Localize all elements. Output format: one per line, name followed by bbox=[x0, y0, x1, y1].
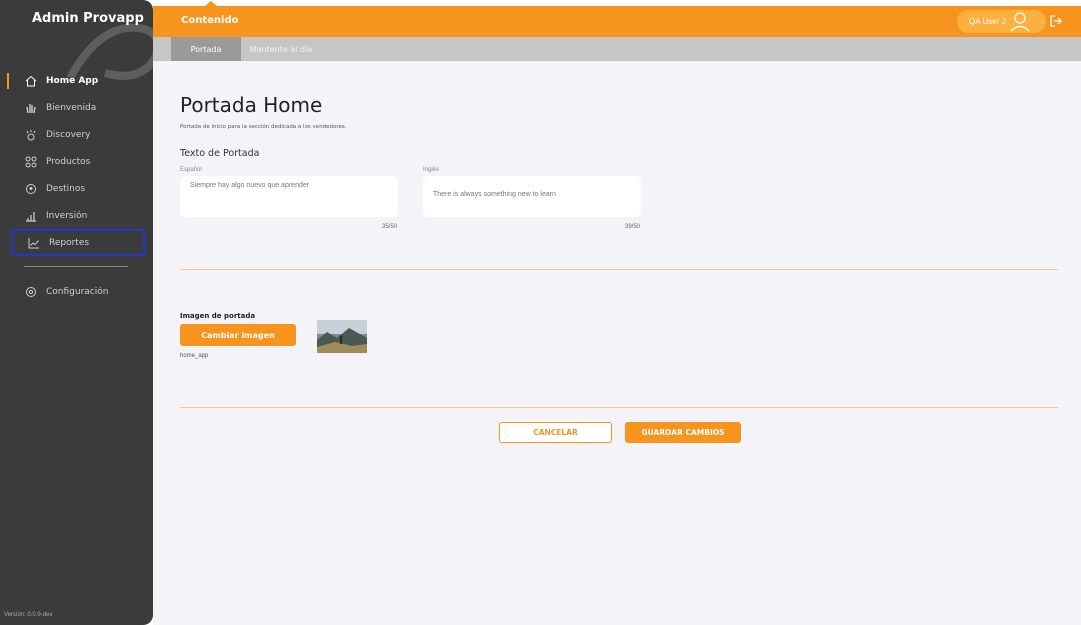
image-filename: home_app bbox=[180, 353, 209, 359]
sidebar-item-bienvenida[interactable]: Bienvenida bbox=[10, 97, 144, 119]
spanish-text-field[interactable]: Siempre hay algo nuevo que aprender bbox=[180, 176, 398, 217]
sidebar-item-configuracion[interactable]: Configuración bbox=[10, 281, 144, 303]
active-indicator bbox=[7, 73, 9, 89]
discovery-icon bbox=[24, 128, 38, 142]
cancel-button[interactable]: CANCELAR bbox=[499, 422, 612, 443]
sidebar-item-discovery[interactable]: Discovery bbox=[10, 124, 144, 146]
save-changes-button[interactable]: GUARDAR CAMBIOS bbox=[625, 422, 741, 443]
settings-icon bbox=[24, 285, 38, 299]
section-title: Contenido bbox=[181, 15, 239, 26]
tab-bar: Portada Mantente al día bbox=[153, 37, 1081, 61]
english-label: Inglés bbox=[423, 167, 440, 173]
sidebar-item-home-app[interactable]: Home App bbox=[7, 70, 144, 92]
main-content: Portada Home Portada de inicio para la s… bbox=[153, 61, 1081, 625]
sidebar: Admin Provapp Home App Bienvenida Discov… bbox=[0, 0, 153, 625]
user-menu[interactable]: QA User 2 bbox=[957, 10, 1046, 33]
location-pin-icon bbox=[24, 182, 38, 196]
page-subtitle: Portada de inicio para la sección dedica… bbox=[180, 124, 347, 130]
change-image-button[interactable]: Cambiar imagen bbox=[180, 324, 296, 346]
spanish-char-counter: 35/50 bbox=[382, 224, 398, 230]
user-avatar-icon bbox=[1009, 11, 1031, 37]
logout-icon[interactable] bbox=[1049, 14, 1063, 33]
top-bar-notch bbox=[205, 1, 217, 6]
sidebar-item-label: Inversión bbox=[46, 211, 88, 221]
sidebar-item-label: Reportes bbox=[49, 237, 90, 248]
section-divider bbox=[180, 269, 1058, 270]
text-section-title: Texto de Portada bbox=[180, 148, 260, 159]
english-text-field[interactable]: There is always something new to learn bbox=[423, 176, 641, 217]
home-icon bbox=[24, 74, 38, 88]
image-section-title: Imagen de portada bbox=[180, 312, 256, 320]
tab-mantente-al-dia[interactable]: Mantente al día bbox=[241, 37, 321, 61]
sidebar-item-inversion[interactable]: Inversión bbox=[10, 205, 144, 227]
spanish-label: Español bbox=[180, 167, 202, 173]
sidebar-item-label: Discovery bbox=[46, 130, 91, 140]
page-title: Portada Home bbox=[180, 93, 323, 117]
top-bar: Contenido QA User 2 bbox=[153, 1, 1081, 37]
sidebar-item-destinos[interactable]: Destinos bbox=[10, 178, 144, 200]
sidebar-divider bbox=[24, 266, 128, 267]
user-name: QA User 2 bbox=[969, 17, 1006, 26]
sidebar-item-label: Productos bbox=[46, 157, 91, 167]
app-brand: Admin Provapp bbox=[32, 10, 144, 26]
sidebar-item-label: Home App bbox=[46, 76, 99, 86]
sidebar-item-label: Configuración bbox=[46, 287, 109, 297]
trend-chart-icon bbox=[27, 236, 41, 250]
sidebar-item-productos[interactable]: Productos bbox=[10, 151, 144, 173]
products-grid-icon bbox=[24, 155, 38, 169]
chart-bars-icon bbox=[24, 209, 38, 223]
cover-image-thumbnail bbox=[317, 320, 367, 353]
sidebar-item-label: Destinos bbox=[46, 184, 86, 194]
tab-portada[interactable]: Portada bbox=[171, 37, 241, 61]
english-char-counter: 39/50 bbox=[625, 224, 641, 230]
hand-wave-icon bbox=[24, 101, 38, 115]
app-version: Versión: 0.0.9-dev bbox=[4, 612, 53, 618]
actions-divider bbox=[180, 407, 1058, 408]
sidebar-item-reportes[interactable]: Reportes bbox=[11, 229, 145, 256]
sidebar-item-label: Bienvenida bbox=[46, 103, 97, 113]
